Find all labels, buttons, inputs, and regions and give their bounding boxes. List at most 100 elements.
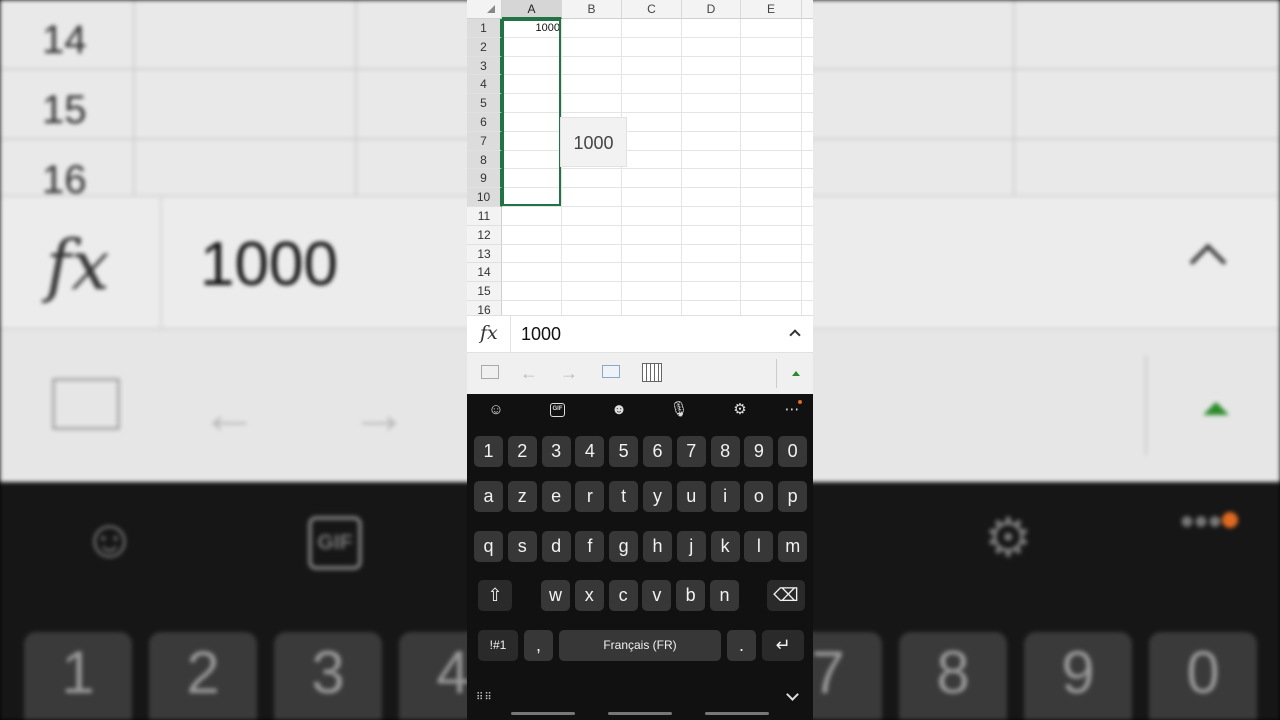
grid-cell[interactable] [622, 19, 682, 38]
chevron-up-icon[interactable] [789, 329, 801, 341]
grid-cell[interactable] [682, 37, 741, 57]
grid-cell[interactable] [682, 244, 741, 264]
row-header[interactable]: 11 [467, 207, 502, 226]
grid-cell[interactable] [741, 207, 802, 226]
key-l[interactable]: l [744, 531, 774, 562]
select-all-corner[interactable] [467, 0, 502, 19]
key-j[interactable]: j [676, 531, 706, 562]
row-header[interactable]: 8 [467, 150, 502, 170]
column-header-c[interactable]: C [622, 0, 682, 19]
key-a[interactable]: a [474, 481, 503, 512]
row-header[interactable]: 15 [467, 282, 502, 301]
keyboard-icon[interactable] [602, 365, 620, 378]
key-y[interactable]: y [643, 481, 672, 512]
grid-cell[interactable] [622, 131, 682, 151]
grid-cell[interactable] [802, 132, 813, 151]
grid-cell[interactable] [802, 113, 813, 132]
row-header[interactable]: 14 [467, 263, 502, 283]
grid-cell[interactable] [682, 225, 741, 245]
grid-cell[interactable] [622, 113, 682, 132]
shift-key[interactable]: ⇧ [478, 580, 512, 611]
row-header[interactable]: 10 [467, 188, 502, 207]
column-header-d[interactable]: D [682, 0, 741, 19]
key-i[interactable]: i [710, 481, 740, 512]
grid-cell[interactable] [562, 56, 622, 76]
grid-cell[interactable] [622, 150, 682, 170]
row-header[interactable]: 6 [467, 113, 502, 132]
key-x[interactable]: x [574, 580, 604, 611]
expand-triangle-icon[interactable] [792, 371, 800, 376]
grid-cell[interactable] [682, 188, 741, 207]
grid-cell[interactable] [741, 56, 802, 76]
key-c[interactable]: c [608, 580, 638, 611]
column-header-a[interactable]: A [502, 0, 562, 19]
grid-cell[interactable] [802, 94, 813, 113]
enter-key[interactable]: ↵ [762, 630, 804, 661]
grid-cell[interactable] [682, 169, 741, 189]
grid-cell[interactable] [741, 244, 802, 264]
key-1[interactable]: 1 [474, 436, 503, 467]
grid-cell[interactable] [622, 75, 682, 95]
grid-cell[interactable] [802, 57, 813, 76]
column-header-partial[interactable] [802, 0, 813, 19]
column-header-b[interactable]: B [562, 0, 622, 19]
grid-cell[interactable] [622, 56, 682, 76]
row-header[interactable]: 4 [467, 75, 502, 95]
grid-cell[interactable] [741, 188, 802, 207]
row-header[interactable]: 12 [467, 225, 502, 245]
key-u[interactable]: u [676, 481, 706, 512]
gif-icon[interactable]: GIF [550, 403, 565, 417]
grid-cell[interactable] [741, 113, 802, 132]
key-k[interactable]: k [710, 531, 740, 562]
spreadsheet-grid[interactable]: A B C D E 1 2 3 4 5 6 7 8 9 10 11 12 13 … [467, 0, 813, 315]
key-5[interactable]: 5 [609, 436, 639, 467]
microphone-icon[interactable]: 🎙 [668, 401, 690, 419]
grid-cell[interactable] [682, 94, 741, 113]
grid-cell[interactable] [741, 37, 802, 57]
grid-cell[interactable] [682, 150, 741, 170]
grid-cell[interactable] [682, 75, 741, 95]
grid-cell[interactable] [802, 75, 813, 95]
grid-cell[interactable] [562, 301, 622, 315]
grid-cell[interactable] [682, 301, 741, 315]
key-g[interactable]: g [609, 531, 639, 562]
grid-cell[interactable] [622, 282, 682, 301]
grid-cell[interactable] [502, 263, 562, 283]
settings-icon[interactable]: ⚙ [729, 401, 751, 419]
grid-cell[interactable] [622, 225, 682, 245]
key-o[interactable]: o [744, 481, 774, 512]
formula-bar[interactable]: fx 1000 [467, 315, 813, 354]
grid-cell[interactable] [502, 225, 562, 245]
grid-cell[interactable] [562, 37, 622, 57]
grid-cell[interactable] [622, 263, 682, 283]
keyboard-switch-icon[interactable]: ⠿⠿ [476, 692, 493, 703]
key-m[interactable]: m [778, 531, 808, 562]
space-key[interactable]: Français (FR) [559, 630, 721, 661]
grid-cell[interactable] [562, 244, 622, 264]
grid-cell[interactable] [562, 282, 622, 301]
grid-cell[interactable] [802, 263, 813, 283]
key-8[interactable]: 8 [710, 436, 740, 467]
grid-cell[interactable] [682, 113, 741, 132]
grid-cell[interactable] [802, 226, 813, 245]
row-header[interactable]: 16 [467, 301, 502, 315]
grid-cell[interactable] [622, 207, 682, 226]
key-e[interactable]: e [541, 481, 571, 512]
grid-cell[interactable] [682, 207, 741, 226]
grid-cell[interactable] [802, 19, 813, 38]
grid-cell[interactable] [802, 301, 813, 315]
key-2[interactable]: 2 [507, 436, 537, 467]
row-header[interactable]: 13 [467, 244, 502, 264]
sticker-icon[interactable]: ☻ [608, 401, 630, 419]
grid-cell[interactable] [562, 19, 622, 38]
period-key[interactable]: . [727, 630, 756, 661]
selection-range-outline[interactable] [502, 19, 561, 206]
grid-cell[interactable] [682, 263, 741, 283]
key-b[interactable]: b [676, 580, 706, 611]
key-4[interactable]: 4 [575, 436, 605, 467]
grid-cell[interactable] [741, 131, 802, 151]
grid-cell[interactable] [562, 207, 622, 226]
key-d[interactable]: d [541, 531, 571, 562]
key-t[interactable]: t [609, 481, 639, 512]
grid-cell[interactable] [741, 19, 802, 38]
